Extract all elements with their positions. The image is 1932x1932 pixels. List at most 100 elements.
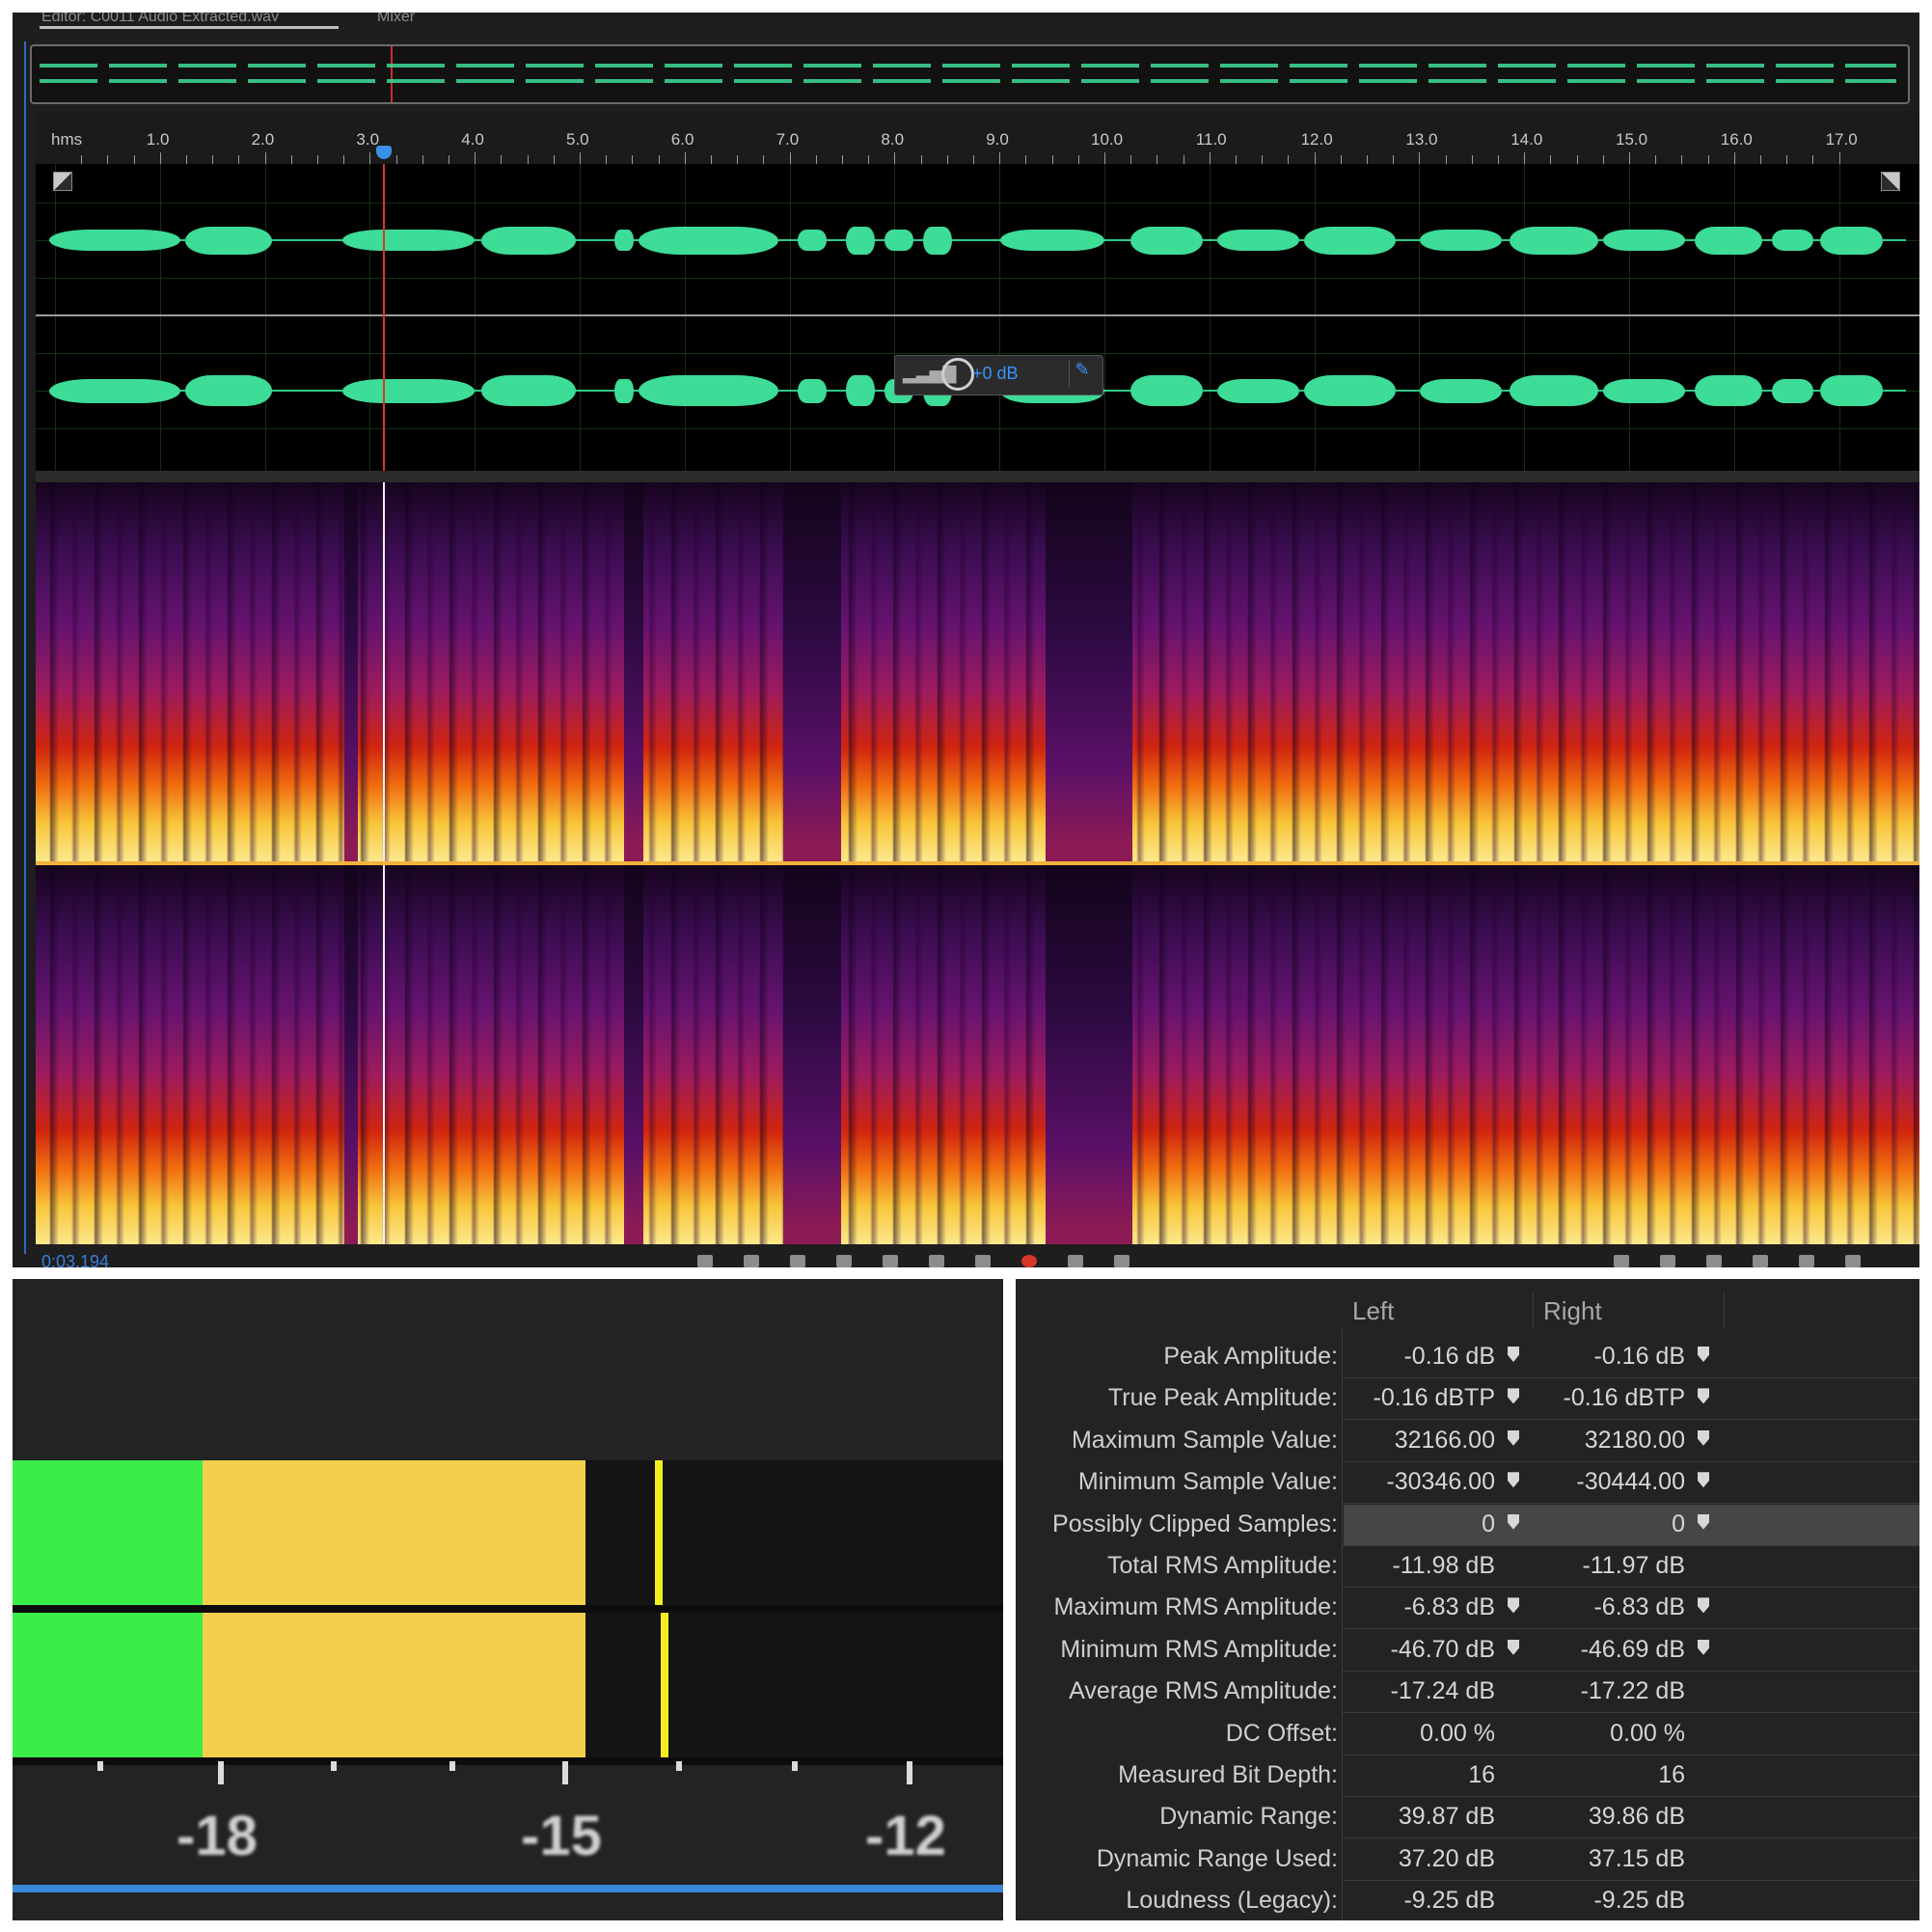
grid-line (1104, 164, 1105, 471)
go-to-marker-icon[interactable] (1508, 1347, 1519, 1362)
spectro-quiet-region (783, 482, 841, 861)
waveform-segment (185, 375, 272, 406)
ruler-minor-tick (553, 155, 555, 164)
waveform-segment (1217, 230, 1299, 251)
grid-line (789, 164, 791, 471)
ruler-major-tick (1419, 152, 1421, 164)
stat-value-right: -0.16 dBTP (1563, 1384, 1685, 1412)
spectrogram-left-channel[interactable] (36, 482, 1919, 861)
ruler-major-tick (999, 152, 1001, 164)
stat-label: True Peak Amplitude: (1107, 1384, 1338, 1412)
meter-minor-tick (676, 1761, 682, 1771)
go-to-marker-icon[interactable] (1698, 1472, 1709, 1488)
ruler-minor-tick (1288, 155, 1290, 164)
waveform-segment (639, 226, 778, 255)
zoom-in-time-icon[interactable] (1706, 1255, 1722, 1267)
stat-label: Possibly Clipped Samples: (1052, 1510, 1338, 1537)
spectro-quiet-region (1046, 865, 1132, 1244)
grid-line (36, 203, 1919, 204)
fade-out-handle[interactable] (1881, 172, 1900, 191)
ruler-minor-tick (946, 155, 948, 164)
gain-hud[interactable]: ▂▃▅▇ +0 dB ✎ (894, 355, 1103, 395)
go-to-marker-icon[interactable] (1698, 1347, 1709, 1362)
stat-label: Maximum RMS Amplitude: (1053, 1593, 1338, 1621)
go-to-marker-icon[interactable] (1698, 1388, 1709, 1404)
ruler-label: 5.0 (566, 130, 589, 149)
pin-hud-icon[interactable]: ✎ (1069, 360, 1095, 387)
stat-row: Peak Amplitude: -0.16 dB -0.16 dB (1016, 1337, 1919, 1378)
pause-icon[interactable] (790, 1255, 805, 1267)
spectrogram-right-channel[interactable] (36, 865, 1919, 1244)
zoom-in-amplitude-icon[interactable] (1614, 1255, 1629, 1267)
meter-major-tick (218, 1761, 224, 1784)
ruler-minor-tick (1576, 155, 1578, 164)
ruler-minor-tick (107, 155, 109, 164)
stat-value-left: 16 (1468, 1761, 1495, 1788)
ruler-minor-tick (133, 155, 135, 164)
column-header-divider[interactable] (1533, 1293, 1534, 1329)
stop-icon[interactable] (697, 1255, 713, 1267)
waveform-segment (1820, 226, 1883, 255)
gain-knob[interactable] (941, 358, 974, 391)
go-to-marker-icon[interactable] (1698, 1597, 1709, 1614)
loop-icon[interactable] (1068, 1255, 1083, 1267)
ruler-major-tick (684, 152, 686, 164)
spectro-quiet-region (344, 865, 358, 1244)
ruler-minor-tick (737, 155, 739, 164)
spectro-quiet-region (624, 865, 643, 1244)
ruler-minor-tick (1786, 155, 1788, 164)
ruler-major-tick (1524, 152, 1526, 164)
ruler-minor-tick (842, 155, 843, 164)
ruler-minor-tick (238, 155, 240, 164)
zoom-out-time-icon[interactable] (1753, 1255, 1768, 1267)
zoom-selection-icon[interactable] (1845, 1255, 1861, 1267)
spectro-quiet-region (783, 865, 841, 1244)
rewind-icon[interactable] (883, 1255, 898, 1267)
record-icon[interactable] (1021, 1255, 1037, 1267)
ruler-major-tick (1209, 152, 1211, 164)
overview-waveform-line (40, 64, 1896, 68)
skip-forward-icon[interactable] (975, 1255, 991, 1267)
overview-waveform[interactable] (30, 44, 1910, 104)
ruler-minor-tick (1236, 155, 1237, 164)
go-to-marker-icon[interactable] (1508, 1639, 1519, 1655)
meter-major-tick (562, 1761, 568, 1784)
waveform-segment (1130, 375, 1203, 406)
time-ruler[interactable]: hms 1.0 2.0 3.0 4.0 5.0 6.0 7.0 8.0 9.0 10.0 11.0 1… (36, 111, 1919, 165)
tab-editor[interactable]: Editor: C0011 Audio Extracted.wav (41, 13, 279, 26)
column-header-left[interactable]: Left (1352, 1296, 1394, 1326)
timecode-display[interactable]: 0:03.194 (41, 1252, 109, 1267)
stat-row: True Peak Amplitude: -0.16 dBTP -0.16 dBTP (1016, 1378, 1919, 1421)
go-to-marker-icon[interactable] (1698, 1429, 1709, 1446)
waveform-segment (481, 375, 576, 406)
waveform-segment (846, 375, 875, 406)
play-icon[interactable] (744, 1255, 759, 1267)
grid-line (1314, 164, 1316, 471)
grid-line (1733, 164, 1735, 471)
column-header-divider[interactable] (1724, 1293, 1725, 1329)
tab-mixer[interactable]: Mixer (377, 13, 415, 26)
fade-in-handle[interactable] (53, 172, 72, 191)
go-to-marker-icon[interactable] (1508, 1429, 1519, 1446)
go-to-marker-icon[interactable] (1508, 1388, 1519, 1404)
grid-line (36, 428, 1919, 429)
skip-back-icon[interactable] (836, 1255, 852, 1267)
go-to-marker-icon[interactable] (1698, 1639, 1709, 1655)
waveform-playhead[interactable] (383, 164, 385, 471)
stat-row: Dynamic Range Used: 37.20 dB 37.15 dB (1016, 1839, 1919, 1881)
ruler-minor-tick (1655, 155, 1657, 164)
column-header-right[interactable]: Right (1543, 1296, 1602, 1326)
stat-value-left: 39.87 dB (1398, 1803, 1495, 1831)
stat-value-right: -11.97 dB (1582, 1552, 1685, 1579)
zoom-out-amplitude-icon[interactable] (1660, 1255, 1675, 1267)
skip-selection-icon[interactable] (1114, 1255, 1129, 1267)
fast-forward-icon[interactable] (929, 1255, 944, 1267)
go-to-marker-icon[interactable] (1508, 1597, 1519, 1614)
waveform-view[interactable]: ▂▃▅▇ +0 dB ✎ (36, 164, 1919, 471)
stat-row: Maximum RMS Amplitude: -6.83 dB -6.83 dB (1016, 1588, 1919, 1630)
zoom-full-icon[interactable] (1799, 1255, 1814, 1267)
view-splitter[interactable] (36, 471, 1919, 482)
go-to-marker-icon[interactable] (1508, 1472, 1519, 1488)
stat-value-right: -30444.00 (1576, 1468, 1685, 1496)
waveform-segment (798, 378, 827, 403)
